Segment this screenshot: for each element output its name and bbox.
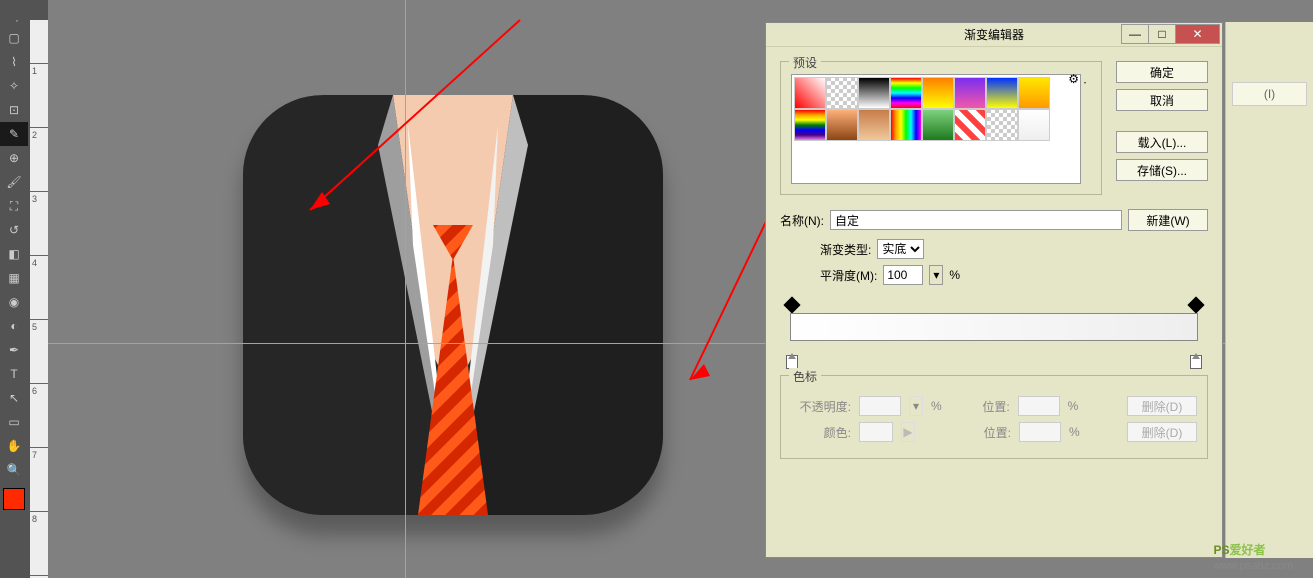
- foreground-color[interactable]: [3, 488, 25, 510]
- name-label: 名称(N):: [780, 212, 824, 229]
- right-panel: (I): [1225, 22, 1313, 558]
- cancel-button[interactable]: 取消: [1116, 89, 1208, 111]
- close-button[interactable]: ✕: [1175, 24, 1220, 44]
- chevron-right-icon: ▶: [901, 422, 915, 442]
- dialog-titlebar[interactable]: 渐变编辑器 — □ ✕: [766, 23, 1222, 47]
- new-button[interactable]: 新建(W): [1128, 209, 1208, 231]
- preset-swatch[interactable]: [858, 77, 890, 109]
- preset-swatch[interactable]: [890, 77, 922, 109]
- opacity-stop-right[interactable]: [1188, 297, 1205, 314]
- type-label: 渐变类型:: [820, 241, 871, 258]
- preset-swatch[interactable]: [826, 109, 858, 141]
- eraser-tool[interactable]: ◧: [0, 242, 28, 266]
- suit-icon-artwork: [243, 95, 663, 515]
- guide-vertical[interactable]: [405, 0, 406, 578]
- watermark: PS爱好者 www.psahz.com: [1214, 537, 1293, 572]
- ok-button[interactable]: 确定: [1116, 61, 1208, 83]
- load-button[interactable]: 载入(L)...: [1116, 131, 1208, 153]
- presets-label: 预设: [789, 54, 821, 71]
- suit-svg: [243, 95, 663, 515]
- brush-tool[interactable]: 🖌: [0, 170, 28, 194]
- gradient-ramp[interactable]: [780, 299, 1208, 369]
- position-input-2: [1019, 422, 1061, 442]
- opacity-stop-left[interactable]: [784, 297, 801, 314]
- vertical-ruler: 0 1 2 3 4 5 6 7 8: [30, 0, 48, 578]
- path-tool[interactable]: ↖: [0, 386, 28, 410]
- name-input[interactable]: [830, 210, 1122, 230]
- smooth-dropdown-icon[interactable]: ▾: [929, 265, 943, 285]
- dialog-title: 渐变编辑器: [964, 26, 1024, 43]
- minimize-button[interactable]: —: [1121, 24, 1149, 44]
- eyedropper-tool[interactable]: ✎: [0, 122, 28, 146]
- gradient-bar[interactable]: [790, 313, 1198, 341]
- type-tool[interactable]: T: [0, 362, 28, 386]
- delete-opacity-button: 删除(D): [1127, 396, 1197, 416]
- marquee-tool[interactable]: ▢: [0, 26, 28, 50]
- delete-color-button: 删除(D): [1127, 422, 1197, 442]
- position-input-1: [1018, 396, 1060, 416]
- percent-label: %: [949, 268, 960, 282]
- preset-swatch[interactable]: [954, 77, 986, 109]
- tool-palette: ▸┼ ▢ ⌇ ✧ ⊡ ✎ ⊕ 🖌 ⛶ ↺ ◧ ▦ ◉ ◐ ✒ T ↖ ▭ ✋ 🔍: [0, 0, 30, 578]
- opacity-input: [859, 396, 901, 416]
- history-brush-tool[interactable]: ↺: [0, 218, 28, 242]
- position-label-1: 位置:: [950, 398, 1010, 415]
- preset-swatch[interactable]: [858, 109, 890, 141]
- lasso-tool[interactable]: ⌇: [0, 50, 28, 74]
- hand-tool[interactable]: ✋: [0, 434, 28, 458]
- crop-tool[interactable]: ⊡: [0, 98, 28, 122]
- save-button[interactable]: 存储(S)...: [1116, 159, 1208, 181]
- gradient-editor-dialog: 渐变编辑器 — □ ✕ 预设 ⚙﹒: [765, 22, 1223, 558]
- preset-grid[interactable]: [791, 74, 1081, 184]
- preset-swatch[interactable]: [986, 109, 1018, 141]
- preset-swatch[interactable]: [1018, 109, 1050, 141]
- preset-swatch[interactable]: [794, 77, 826, 109]
- type-select[interactable]: 实底: [877, 239, 924, 259]
- dropdown-icon: ▾: [909, 396, 923, 416]
- preset-swatch[interactable]: [986, 77, 1018, 109]
- pen-tool[interactable]: ✒: [0, 338, 28, 362]
- preset-swatch[interactable]: [922, 77, 954, 109]
- color-stop-left[interactable]: [786, 355, 798, 369]
- wand-tool[interactable]: ✧: [0, 74, 28, 98]
- gradient-tool[interactable]: ▦: [0, 266, 28, 290]
- heal-tool[interactable]: ⊕: [0, 146, 28, 170]
- preset-swatch[interactable]: [954, 109, 986, 141]
- position-label-2: 位置:: [951, 424, 1011, 441]
- preset-swatch[interactable]: [1018, 77, 1050, 109]
- color-label: 颜色:: [791, 424, 851, 441]
- color-stop-right[interactable]: [1190, 355, 1202, 369]
- shape-tool[interactable]: ▭: [0, 410, 28, 434]
- preset-swatch[interactable]: [826, 77, 858, 109]
- opacity-label: 不透明度:: [791, 398, 851, 415]
- gear-icon[interactable]: ⚙﹒: [1068, 70, 1091, 87]
- stamp-tool[interactable]: ⛶: [0, 194, 28, 218]
- preset-swatch[interactable]: [890, 109, 922, 141]
- stops-label: 色标: [789, 368, 821, 385]
- color-chip: [859, 422, 893, 442]
- dodge-tool[interactable]: ◐: [0, 314, 28, 338]
- smooth-label: 平滑度(M):: [820, 267, 877, 284]
- blur-tool[interactable]: ◉: [0, 290, 28, 314]
- maximize-button[interactable]: □: [1148, 24, 1176, 44]
- smooth-input[interactable]: [883, 265, 923, 285]
- preset-swatch[interactable]: [922, 109, 954, 141]
- zoom-tool[interactable]: 🔍: [0, 458, 28, 482]
- panel-stub[interactable]: (I): [1232, 82, 1307, 106]
- preset-swatch[interactable]: [794, 109, 826, 141]
